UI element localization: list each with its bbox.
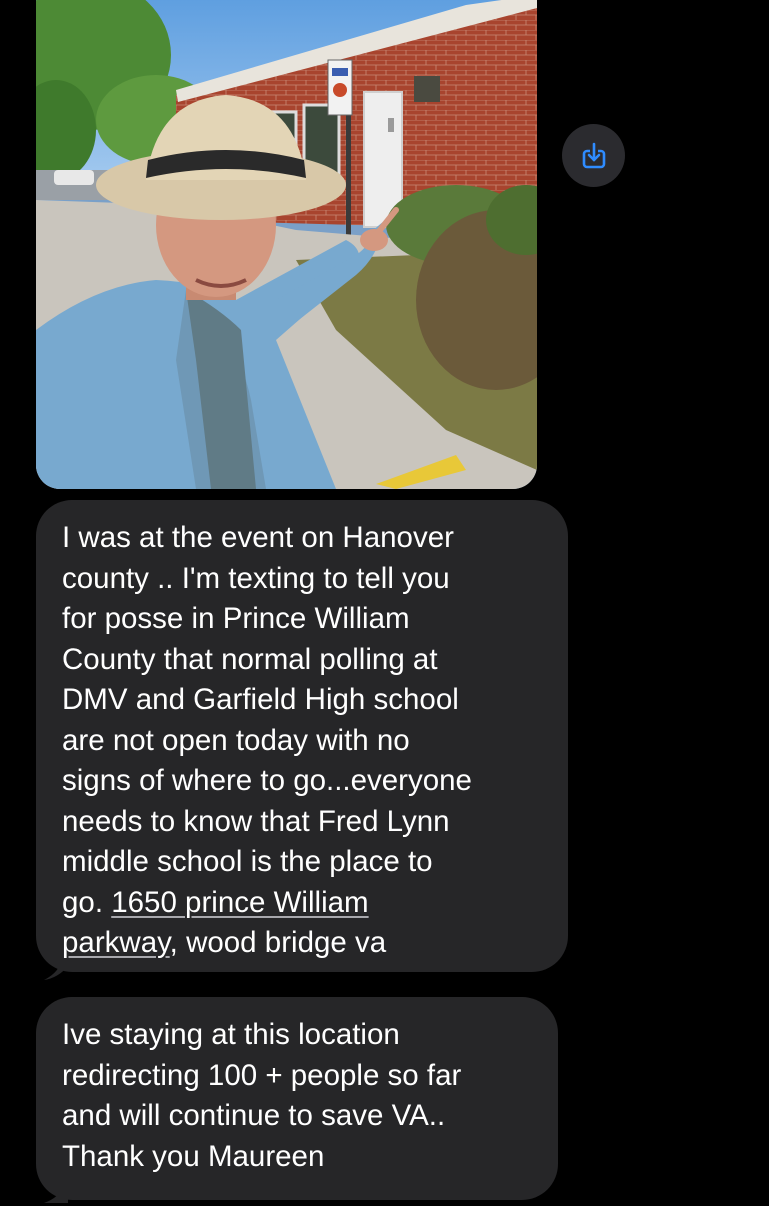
message-text: go. — [62, 885, 112, 919]
bubble-tail — [44, 1187, 68, 1203]
message-line: County that normal polling at — [62, 642, 438, 676]
message-line: needs to know that Fred Lynn — [62, 804, 450, 838]
message-line: for posse in Prince William — [62, 602, 410, 635]
message-bubble-2[interactable]: Ive staying at this location redirecting… — [36, 997, 558, 1200]
bubble-tail — [44, 958, 68, 980]
message-line: redirecting 100 + people so far — [62, 1058, 462, 1092]
message-line: county .. I'm texting to tell you — [62, 561, 450, 595]
message-text: , wood bridge va — [169, 926, 387, 959]
message-line: go. 1650 prince William — [62, 883, 544, 924]
message-line: DMV and Garfield High school — [62, 683, 459, 716]
save-download-icon — [582, 142, 605, 168]
message-line: Thank you Maureen — [62, 1139, 325, 1173]
message-line: I was at the event on Hanover — [62, 521, 454, 554]
message-line: signs of where to go...everyone — [62, 764, 472, 797]
photo-image — [36, 0, 537, 489]
photo-attachment[interactable] — [36, 0, 537, 489]
message-line: and will continue to save VA.. — [62, 1099, 446, 1132]
save-to-photos-button[interactable] — [562, 124, 625, 187]
message-line: parkway, wood bridge va — [62, 923, 544, 964]
address-link-continued[interactable]: parkway — [62, 926, 170, 959]
message-line: middle school is the place to — [62, 845, 433, 878]
message-bubble-1[interactable]: I was at the event on Hanover county .. … — [36, 500, 568, 972]
message-line: are not open today with no — [62, 723, 410, 757]
address-link[interactable]: 1650 prince William — [111, 886, 368, 919]
message-line: Ive staying at this location — [62, 1018, 400, 1051]
